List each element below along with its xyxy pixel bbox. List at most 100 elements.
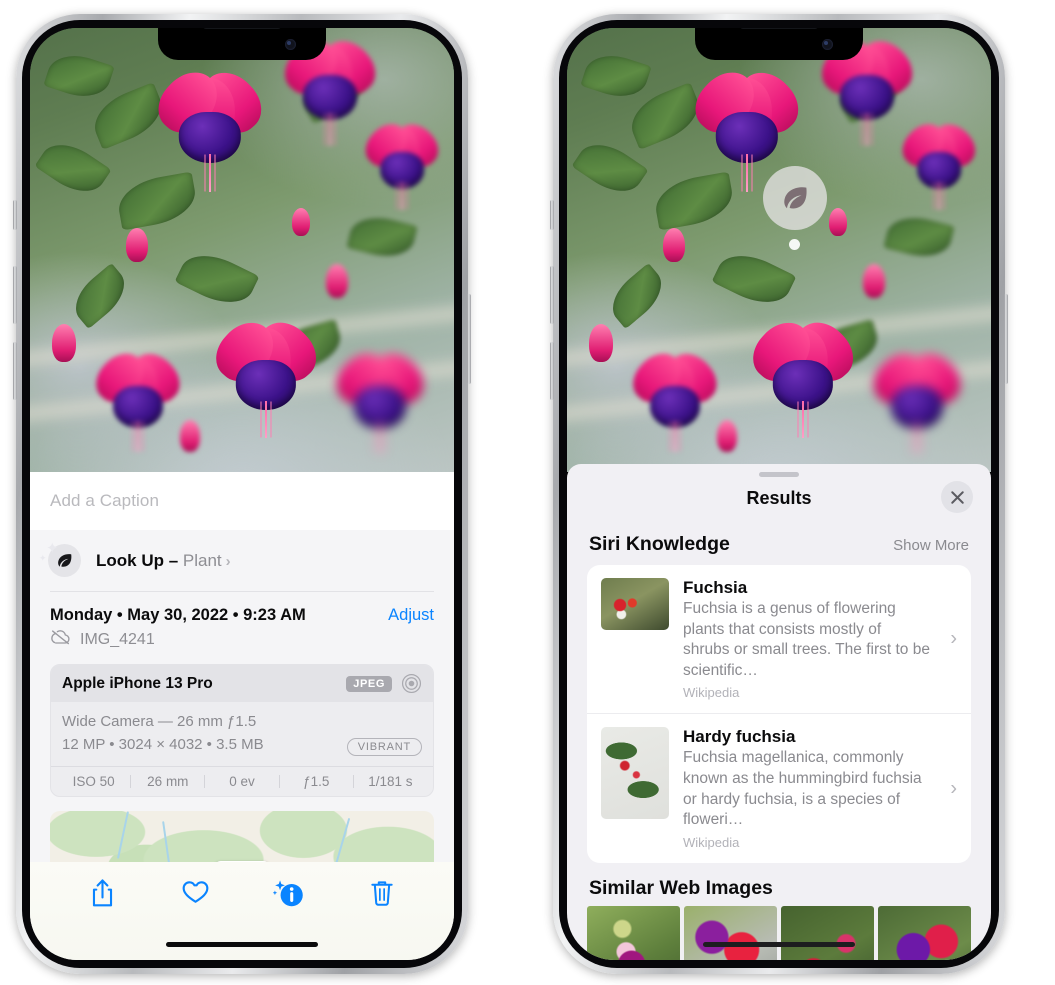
screenshot-canvas: Add a Caption ✦ ✦ Look Up – Plant › Mond… — [0, 0, 1055, 985]
similar-web-images-strip[interactable] — [567, 905, 991, 960]
share-icon[interactable] — [56, 878, 149, 909]
notch — [695, 28, 863, 60]
flower-bud — [126, 228, 148, 262]
photo-info-sheet: Add a Caption ✦ ✦ Look Up – Plant › Mond… — [30, 472, 454, 960]
knowledge-title: Fuchsia — [683, 578, 748, 597]
knowledge-row[interactable]: Hardy fuchsia Fuchsia magellanica, commo… — [587, 713, 971, 862]
visual-lookup-anchor-dot — [789, 239, 800, 250]
knowledge-source: Wikipedia — [683, 685, 740, 701]
flower-bud — [717, 420, 737, 452]
earpiece-speaker — [203, 28, 281, 29]
iphone-right: Results Siri Knowledge Show More Fuchsia… — [550, 14, 1008, 974]
exif-stats-row: ISO 50 26 mm 0 ev ƒ1.5 1/181 s — [51, 765, 433, 796]
knowledge-source: Wikipedia — [683, 834, 740, 850]
chevron-right-icon: › — [225, 552, 231, 570]
fuchsia-flower — [327, 343, 433, 454]
fuchsia-flower — [624, 344, 726, 452]
web-image-thumbnail[interactable] — [684, 905, 777, 960]
siri-knowledge-header: Siri Knowledge Show More — [567, 519, 991, 565]
home-indicator[interactable] — [703, 942, 855, 947]
exif-stat-iso: ISO 50 — [72, 773, 115, 789]
trash-icon[interactable] — [335, 878, 428, 908]
exif-stat-focal: 26 mm — [147, 773, 189, 789]
knowledge-row[interactable]: Fuchsia Fuchsia is a genus of flowering … — [587, 565, 971, 713]
results-title: Results — [746, 487, 812, 508]
flower-bud — [829, 208, 847, 236]
flower-bud — [663, 228, 685, 262]
fuchsia-flower — [147, 61, 273, 193]
fuchsia-flower — [357, 116, 447, 210]
similar-web-images-header: Similar Web Images — [567, 863, 991, 906]
filename-row: IMG_4241 — [30, 627, 454, 662]
sparkle-icon: ✦ — [46, 540, 59, 557]
notch — [158, 28, 326, 60]
knowledge-title: Hardy fuchsia — [683, 727, 796, 747]
mute-switch[interactable] — [13, 200, 17, 230]
knowledge-thumbnail — [601, 727, 669, 820]
look-up-label: Look Up – Plant › — [96, 550, 231, 570]
close-icon[interactable] — [941, 481, 973, 513]
heart-icon[interactable] — [149, 878, 242, 905]
flower-bud — [52, 324, 76, 362]
flower-bud — [863, 264, 885, 298]
exif-stat-aperture: ƒ1.5 — [303, 773, 330, 789]
volume-down-button[interactable] — [13, 342, 17, 400]
chevron-right-icon: › — [950, 627, 957, 650]
photo-viewer[interactable] — [567, 28, 991, 472]
lens-line: Wide Camera — 26 mm ƒ1.5 — [62, 713, 257, 730]
sparkle-icon: ✦ — [39, 553, 47, 563]
map-stream — [117, 810, 129, 859]
web-image-thumbnail[interactable] — [781, 905, 874, 960]
flower-bud — [589, 324, 613, 362]
exif-header: Apple iPhone 13 Pro JPEG — [51, 665, 433, 702]
look-up-row[interactable]: ✦ ✦ Look Up – Plant › — [30, 530, 454, 591]
fuchsia-flower — [742, 311, 864, 439]
web-image-thumbnail[interactable] — [878, 905, 971, 960]
fuchsia-flower — [205, 311, 327, 439]
adjust-button[interactable]: Adjust — [388, 606, 434, 625]
photo-viewer[interactable] — [30, 28, 454, 472]
exif-card: Apple iPhone 13 Pro JPEG Wide Camera — 2… — [50, 664, 434, 797]
exif-stat-ev: 0 ev — [229, 773, 255, 789]
format-badge: JPEG — [346, 675, 392, 692]
chevron-right-icon: › — [950, 777, 957, 800]
results-header: Results — [567, 477, 991, 519]
capture-date-row: Monday • May 30, 2022 • 9:23 AM Adjust — [30, 592, 454, 627]
flower-bud — [292, 208, 310, 236]
results-sheet: Results Siri Knowledge Show More Fuchsia… — [567, 464, 991, 960]
volume-down-button[interactable] — [550, 342, 554, 400]
power-button[interactable] — [467, 294, 471, 384]
knowledge-snippet: Fuchsia magellanica, commonly known as t… — [683, 749, 922, 829]
caption-input[interactable]: Add a Caption — [30, 472, 454, 530]
filename: IMG_4241 — [80, 630, 155, 648]
photo-toolbar — [30, 862, 454, 960]
fuchsia-flower — [864, 343, 970, 454]
phone-screen-left: Add a Caption ✦ ✦ Look Up – Plant › Mond… — [30, 28, 454, 960]
mute-switch[interactable] — [550, 200, 554, 230]
front-camera-icon — [822, 39, 833, 50]
siri-knowledge-card: Fuchsia Fuchsia is a genus of flowering … — [587, 565, 971, 863]
iphone-left: Add a Caption ✦ ✦ Look Up – Plant › Mond… — [13, 14, 471, 974]
flower-bud — [326, 264, 348, 298]
knowledge-thumbnail — [601, 578, 669, 630]
cloud-slash-icon — [50, 629, 71, 650]
volume-up-button[interactable] — [550, 266, 554, 324]
info-sparkle-icon[interactable] — [242, 878, 335, 908]
section-title: Siri Knowledge — [589, 533, 730, 555]
flower-bud — [180, 420, 200, 452]
front-camera-icon — [285, 39, 296, 50]
power-button[interactable] — [1004, 294, 1008, 384]
lens-circle-icon — [401, 673, 422, 694]
leaf-icon[interactable] — [763, 166, 827, 230]
knowledge-snippet: Fuchsia is a genus of flowering plants t… — [683, 600, 930, 679]
info-sheet-body: ✦ ✦ Look Up – Plant › Monday • May 30, 20… — [30, 530, 454, 881]
phone-screen-right: Results Siri Knowledge Show More Fuchsia… — [567, 28, 991, 960]
show-more-button[interactable]: Show More — [893, 537, 969, 554]
exif-details: Wide Camera — 26 mm ƒ1.5 12 MP • 3024 × … — [51, 702, 433, 766]
volume-up-button[interactable] — [13, 266, 17, 324]
home-indicator[interactable] — [166, 942, 318, 947]
capture-date: Monday • May 30, 2022 • 9:23 AM — [50, 606, 306, 624]
web-image-thumbnail[interactable] — [587, 905, 680, 960]
caption-placeholder: Add a Caption — [50, 491, 160, 510]
device-name: Apple iPhone 13 Pro — [62, 674, 213, 692]
